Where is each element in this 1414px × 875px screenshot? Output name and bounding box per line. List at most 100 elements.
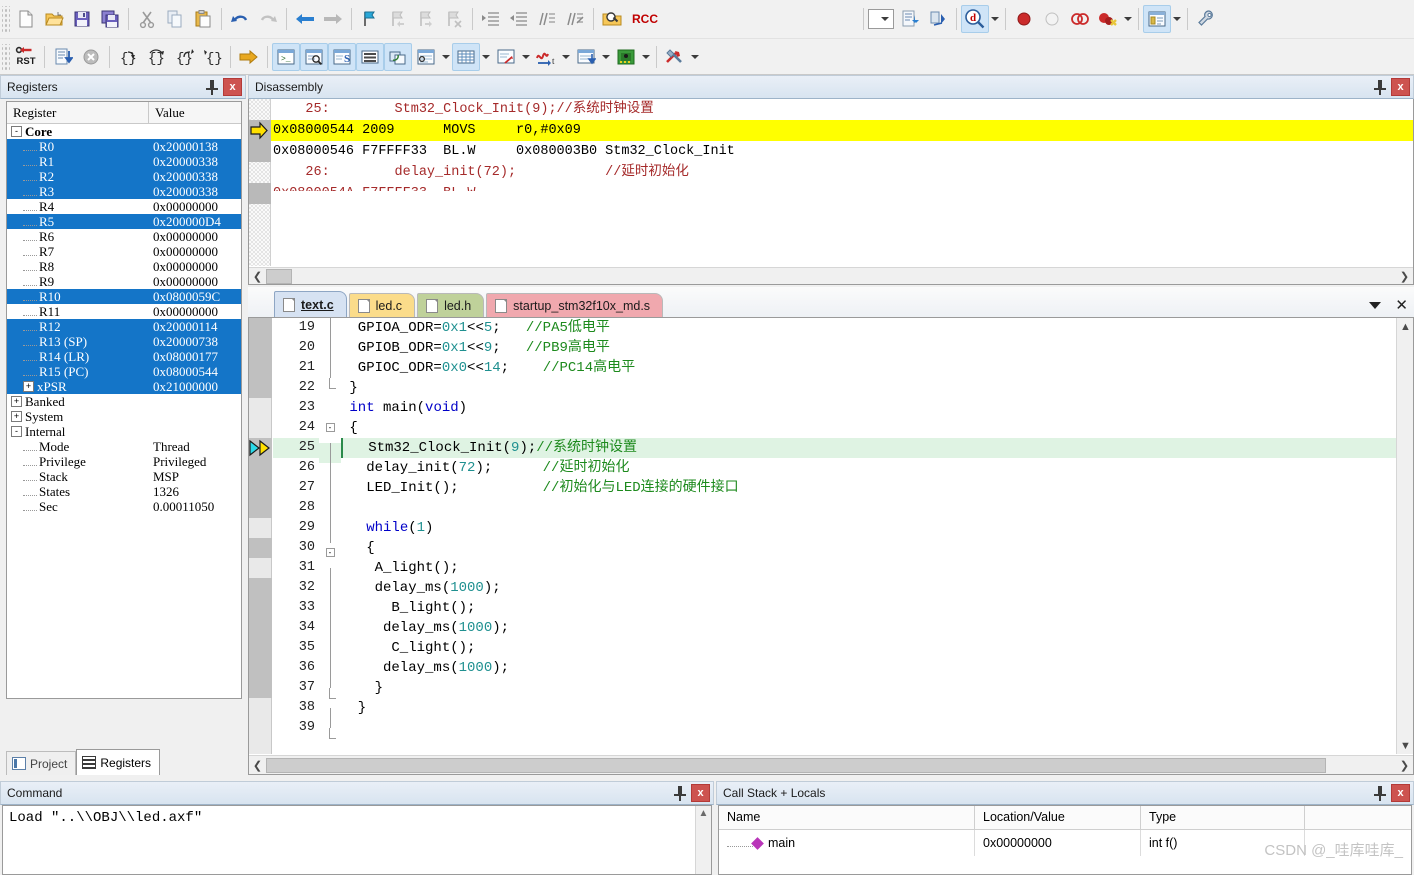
target-select[interactable] — [867, 9, 894, 29]
callstack-row-name-cell[interactable]: main — [719, 830, 975, 856]
editor-hscrollbar[interactable]: ❮ ❯ — [249, 755, 1413, 774]
show-next-statement-icon[interactable] — [235, 43, 263, 71]
editor-vscrollbar[interactable]: ▲ ▼ — [1396, 318, 1413, 754]
register-row-mode[interactable]: Mode Thread — [7, 439, 241, 454]
find-in-files-icon[interactable] — [598, 5, 626, 33]
bookmark-toggle-icon[interactable] — [356, 5, 384, 33]
register-row-r4[interactable]: R4 0x00000000 — [7, 199, 241, 214]
bookmark-next-icon[interactable] — [412, 5, 440, 33]
register-row-r2[interactable]: R2 0x20000338 — [7, 169, 241, 184]
expand-icon[interactable]: + — [23, 381, 34, 392]
register-row-xpsr[interactable]: + xPSR 0x21000000 — [7, 379, 241, 394]
editor-coverage-gutter[interactable] — [249, 318, 272, 754]
register-row-banked[interactable]: + Banked — [7, 394, 241, 409]
serial-dropdown-caret-icon[interactable] — [520, 44, 532, 70]
memory-windows-icon[interactable] — [452, 42, 480, 71]
register-row-core[interactable]: - Core — [7, 124, 241, 139]
editor-code-line[interactable]: while(1) — [341, 518, 1396, 538]
analysis-windows-icon[interactable]: t — [532, 43, 560, 71]
editor-code-line[interactable]: delay_init(72); //延时初始化 — [341, 458, 1396, 478]
disassembly-hscrollbar[interactable]: ❮ ❯ — [249, 267, 1413, 284]
step-over-icon[interactable]: {} — [142, 43, 170, 71]
disassembly-source-line[interactable]: 25: Stm32_Clock_Init(9);//系统时钟设置 — [271, 99, 1413, 120]
column-header-location[interactable]: Location/Value — [975, 806, 1141, 829]
command-window-icon[interactable]: >_ — [272, 42, 300, 71]
scroll-left-icon[interactable]: ❮ — [249, 268, 266, 285]
editor-code-line[interactable]: { — [341, 418, 1396, 438]
column-header-register[interactable]: Register — [7, 102, 149, 123]
scroll-down-icon[interactable]: ▼ — [1397, 737, 1413, 754]
trace-windows-icon[interactable] — [572, 43, 600, 71]
editor-code-line[interactable]: GPIOA_ODR=0x1<<5; //PA5低电平 — [341, 318, 1396, 338]
manage-windows-icon[interactable] — [1142, 5, 1171, 33]
trace-dropdown-caret-icon[interactable] — [600, 44, 612, 70]
toolbar-grip[interactable] — [2, 6, 10, 32]
scrollbar-thumb[interactable] — [266, 268, 292, 284]
comment-icon[interactable] — [533, 5, 561, 33]
column-header-type[interactable]: Type — [1141, 806, 1305, 829]
collapse-icon[interactable]: - — [11, 426, 22, 437]
register-row-r8[interactable]: R8 0x00000000 — [7, 259, 241, 274]
register-row-stack[interactable]: Stack MSP — [7, 469, 241, 484]
system-viewer-icon[interactable] — [612, 43, 640, 71]
scroll-up-icon[interactable]: ▲ — [1397, 318, 1413, 335]
register-row-system[interactable]: + System — [7, 409, 241, 424]
register-row-r0[interactable]: R0 0x20000138 — [7, 139, 241, 154]
watch-windows-icon[interactable] — [412, 43, 440, 71]
insert-breakpoint-icon[interactable] — [1010, 5, 1038, 33]
search-text-label[interactable]: RCC — [626, 12, 664, 26]
step-into-icon[interactable]: {} — [114, 43, 142, 71]
redo-icon[interactable] — [254, 5, 282, 33]
editor-tab-led-c[interactable]: led.c — [348, 293, 416, 317]
editor-code-line[interactable]: } — [341, 698, 1396, 718]
register-row-r12[interactable]: R12 0x20000114 — [7, 319, 241, 334]
editor-tab-text-c[interactable]: text.c — [274, 291, 347, 317]
serial-windows-icon[interactable] — [492, 43, 520, 71]
disassembly-body[interactable]: 25: Stm32_Clock_Init(9);//系统时钟设置 0x080005… — [248, 99, 1414, 285]
close-icon[interactable]: ✕ — [1395, 298, 1408, 313]
save-all-icon[interactable] — [96, 5, 124, 33]
editor-code-line[interactable]: delay_ms(1000); — [341, 578, 1396, 598]
debug-toolbar-grip[interactable] — [2, 43, 10, 70]
toolbox-dropdown-caret-icon[interactable] — [689, 44, 701, 70]
new-file-icon[interactable] — [12, 5, 40, 33]
register-row-r1[interactable]: R1 0x20000338 — [7, 154, 241, 169]
start-debug-icon[interactable]: d — [960, 5, 989, 33]
close-icon[interactable]: x — [691, 784, 710, 802]
editor-code-area[interactable]: GPIOA_ODR=0x1<<5; //PA5低电平 GPIOB_ODR=0x1… — [341, 318, 1396, 754]
uncomment-icon[interactable] — [561, 5, 589, 33]
pin-icon[interactable] — [1372, 785, 1388, 801]
configure-target-icon[interactable] — [1192, 5, 1220, 33]
disable-all-breakpoints-icon[interactable] — [1066, 5, 1094, 33]
editor-code-line[interactable]: A_light(); — [341, 558, 1396, 578]
system-viewer-dropdown-caret-icon[interactable] — [640, 44, 652, 70]
callstack-table[interactable]: Name Location/Value Type main 0x00000000… — [718, 805, 1412, 875]
fold-marker[interactable]: - — [319, 423, 341, 443]
chevron-down-icon[interactable] — [1369, 302, 1382, 309]
column-header-blank[interactable] — [1305, 806, 1411, 829]
outdent-icon[interactable] — [505, 5, 533, 33]
registers-tree[interactable]: Register Value - Core R0 0x20000138 R1 0x2000… — [6, 101, 242, 699]
pin-icon[interactable] — [1372, 79, 1388, 95]
registers-window-icon[interactable] — [356, 42, 384, 71]
step-out-icon[interactable]: {} — [170, 43, 198, 71]
editor-code-line[interactable] — [341, 498, 1396, 518]
stop-icon[interactable] — [77, 43, 105, 71]
register-row-r15-pc-[interactable]: R15 (PC) 0x08000544 — [7, 364, 241, 379]
watch-dropdown-caret-icon[interactable] — [440, 44, 452, 70]
memory-dropdown-caret-icon[interactable] — [480, 44, 492, 70]
undo-icon[interactable] — [226, 5, 254, 33]
command-output-area[interactable]: Load "..\\OBJ\\led.axf" ▲ — [2, 805, 712, 875]
editor-code-line[interactable]: delay_ms(1000); — [341, 658, 1396, 678]
fold-marker[interactable]: - — [319, 548, 341, 568]
reset-cpu-icon[interactable]: RST — [12, 43, 40, 71]
register-row-r3[interactable]: R3 0x20000338 — [7, 184, 241, 199]
register-row-r7[interactable]: R7 0x00000000 — [7, 244, 241, 259]
pin-icon[interactable] — [204, 79, 220, 95]
editor-tab-led-h[interactable]: led.h — [417, 293, 485, 317]
navigate-forward-icon[interactable] — [319, 5, 347, 33]
disassembly-instruction-line[interactable]: 0x08000546 F7FFFF33 BL.W 0x080003B0 Stm3… — [271, 141, 1413, 162]
scroll-left-icon[interactable]: ❮ — [249, 757, 266, 774]
enable-breakpoint-icon[interactable] — [1038, 5, 1066, 33]
call-stack-window-icon[interactable] — [384, 42, 412, 71]
